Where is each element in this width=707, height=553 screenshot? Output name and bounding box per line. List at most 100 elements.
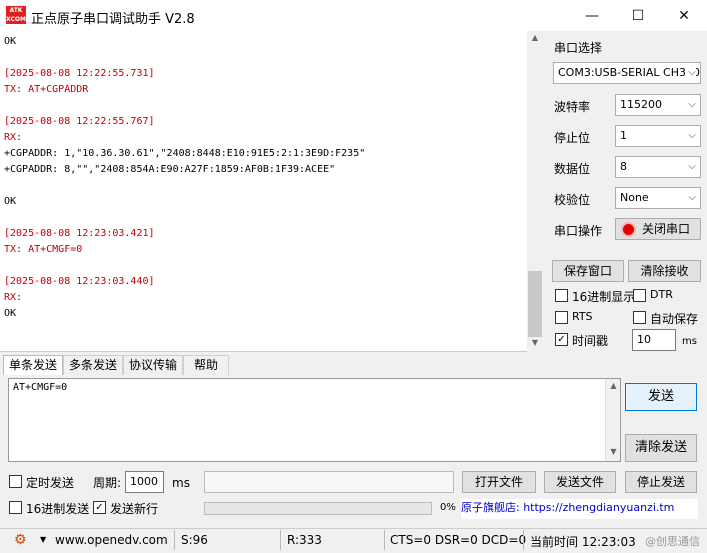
stop-send-button[interactable]: 停止发送 (625, 471, 697, 493)
parity-label: 校验位 (554, 193, 591, 207)
scroll-up-icon[interactable]: ▲ (527, 33, 543, 42)
send-progress-bar (204, 502, 432, 515)
window-title: 正点原子串口调试助手 V2.8 (31, 12, 195, 27)
clear-receive-button[interactable]: 清除接收 (628, 260, 701, 282)
minimize-button[interactable]: — (569, 0, 615, 31)
send-textarea[interactable]: AT+CMGF=0 ▲ ▼ (8, 378, 621, 462)
status-divider (384, 530, 385, 550)
port-op-label: 串口操作 (554, 224, 603, 238)
send-text: AT+CMGF=0 (13, 382, 68, 393)
app-logo-icon: ATK XCOM (6, 6, 26, 24)
receive-line: RX: (4, 132, 23, 143)
tab-single-send[interactable]: 单条发送 (3, 355, 63, 375)
databit-select[interactable]: 8 ⌵ (615, 156, 701, 178)
hex-display-label: 16进制显示 (572, 290, 636, 304)
rts-checkbox[interactable] (555, 311, 568, 324)
received-count: R:333 (287, 533, 322, 547)
tab-help[interactable]: 帮助 (183, 355, 229, 375)
timed-send-checkbox[interactable] (9, 475, 22, 488)
receive-line: [2025-08-08 12:22:55.767] (4, 116, 155, 127)
autosave-checkbox[interactable] (633, 311, 646, 324)
receive-line: +CGPADDR: 8,"","2408:854A:E90:A27F:1859:… (4, 164, 336, 175)
receive-line: TX: AT+CGPADDR (4, 84, 89, 95)
rts-label: RTS (572, 310, 593, 323)
receive-line (4, 258, 524, 274)
hex-send-checkbox[interactable] (9, 501, 22, 514)
scroll-down-icon[interactable]: ▼ (527, 338, 543, 347)
port-select-value: COM3:USB-SERIAL CH340 (558, 66, 701, 79)
baud-value: 115200 (620, 98, 662, 111)
databit-label: 数据位 (554, 162, 591, 176)
close-window-button[interactable]: ✕ (661, 0, 707, 31)
stopbit-value: 1 (620, 129, 627, 142)
port-select-label: 串口选择 (554, 41, 603, 55)
current-time: 当前时间 12:23:03 (530, 535, 636, 549)
scroll-down-icon[interactable]: ▼ (606, 447, 621, 456)
send-scrollbar[interactable]: ▲ ▼ (605, 379, 620, 461)
timed-send-label: 定时发送 (26, 476, 75, 490)
chevron-down-icon[interactable]: ▼ (40, 535, 46, 544)
baud-select[interactable]: 115200 ⌵ (615, 94, 701, 116)
hex-display-checkbox[interactable] (555, 289, 568, 302)
receive-line: TX: AT+CMGF=0 (4, 244, 83, 255)
status-divider (280, 530, 281, 550)
port-status-icon (621, 222, 636, 237)
ad-text: 原子旗舰店: https://zhengdianyuanzi.tm (461, 501, 675, 514)
receive-area[interactable]: OK [2025-08-08 12:22:55.731] TX: AT+CGPAD… (0, 31, 543, 352)
progress-percent: 0% (440, 502, 456, 513)
period-label: 周期: (93, 476, 122, 490)
parity-value: None (620, 191, 649, 204)
tab-multi-send[interactable]: 多条发送 (63, 355, 123, 375)
status-divider (523, 530, 524, 550)
parity-select[interactable]: None ⌵ (615, 187, 701, 209)
sent-count: S:96 (181, 533, 208, 547)
autosave-label: 自动保存 (650, 312, 699, 326)
chevron-down-icon: ⌵ (688, 99, 696, 110)
status-divider (174, 530, 175, 550)
gear-icon[interactable]: ⚙ (14, 532, 27, 548)
newline-label: 发送新行 (110, 502, 159, 516)
receive-line (4, 210, 524, 226)
send-file-button[interactable]: 发送文件 (544, 471, 616, 493)
chevron-down-icon: ⌵ (686, 63, 696, 83)
receive-line (4, 98, 524, 114)
receive-line: RX: (4, 292, 23, 303)
period-input[interactable]: 1000 (125, 471, 164, 493)
line-status: CTS=0 DSR=0 DCD=0 (390, 533, 527, 547)
scrollbar-thumb[interactable] (528, 271, 542, 337)
stopbit-label: 停止位 (554, 131, 591, 145)
title-bar: ATK XCOM 正点原子串口调试助手 V2.8 — ☐ ✕ (0, 0, 707, 31)
chevron-down-icon: ⌵ (688, 130, 696, 141)
watermark: @创思通信 (645, 535, 700, 548)
receive-line (4, 50, 524, 66)
maximize-button[interactable]: ☐ (615, 0, 661, 31)
receive-line (4, 178, 524, 194)
chevron-down-icon: ⌵ (688, 192, 696, 203)
receive-line: +CGPADDR: 1,"10.36.30.61","2408:8448:E10… (4, 148, 366, 159)
ad-link[interactable]: 原子旗舰店: https://zhengdianyuanzi.tm (461, 499, 698, 519)
stopbit-select[interactable]: 1 ⌵ (615, 125, 701, 147)
tab-protocol[interactable]: 协议传输 (123, 355, 183, 375)
period-unit: ms (172, 476, 190, 490)
port-select[interactable]: COM3:USB-SERIAL CH340 ⌵ (553, 62, 701, 84)
send-button[interactable]: 发送 (625, 383, 697, 411)
clear-send-button[interactable]: 清除发送 (625, 434, 697, 462)
dtr-checkbox[interactable] (633, 289, 646, 302)
save-window-button[interactable]: 保存窗口 (552, 260, 624, 282)
timestamp-input[interactable]: 10 (632, 329, 676, 351)
open-file-button[interactable]: 打开文件 (462, 471, 536, 493)
chevron-down-icon: ⌵ (688, 161, 696, 172)
scroll-up-icon[interactable]: ▲ (606, 381, 621, 390)
file-path-field[interactable] (204, 471, 454, 493)
receive-line: [2025-08-08 12:22:55.731] (4, 68, 155, 79)
newline-checkbox[interactable]: ✓ (93, 501, 106, 514)
close-port-button[interactable]: 关闭串口 (615, 218, 701, 240)
hex-send-label: 16进制发送 (26, 502, 90, 516)
website-link[interactable]: www.openedv.com (55, 533, 168, 547)
timestamp-label: 时间戳 (572, 334, 609, 348)
receive-line: OK (4, 308, 17, 319)
receive-log: OK [2025-08-08 12:22:55.731] TX: AT+CGPAD… (4, 34, 524, 322)
timestamp-unit: ms (682, 336, 697, 347)
timestamp-checkbox[interactable]: ✓ (555, 333, 568, 346)
receive-line: [2025-08-08 12:23:03.421] (4, 228, 155, 239)
